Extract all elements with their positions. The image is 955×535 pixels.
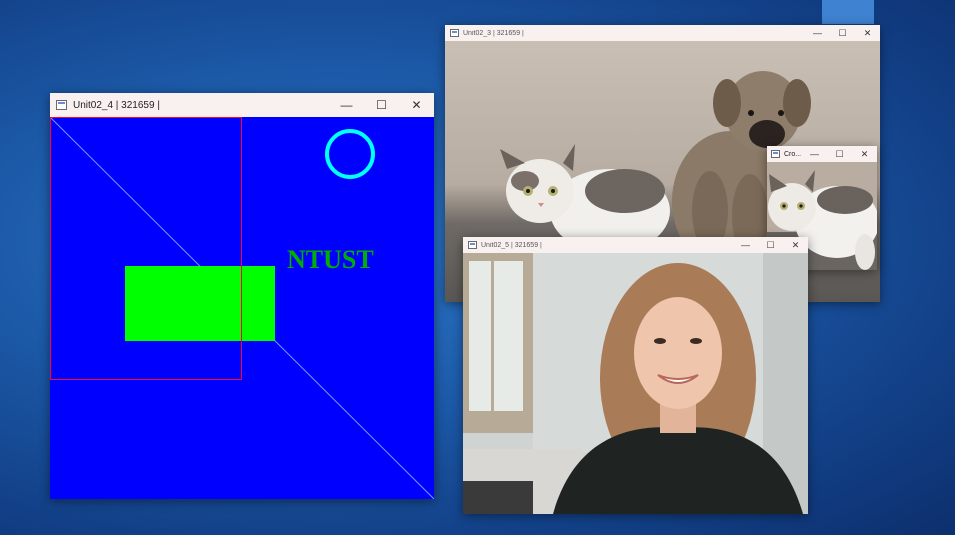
- window-controls: — ☐ ✕: [802, 149, 877, 160]
- app-icon: [56, 100, 67, 110]
- minimize-button[interactable]: —: [802, 149, 827, 159]
- window-controls: — ☐ ✕: [733, 240, 808, 251]
- window-title: Cro...: [784, 150, 802, 158]
- webcam-photo: [463, 253, 808, 514]
- ntust-text: NTUST: [287, 245, 374, 274]
- app-icon: [771, 150, 780, 158]
- webcam-illustration: [463, 253, 808, 514]
- cyan-circle: [325, 129, 375, 179]
- maximize-button[interactable]: ☐: [758, 240, 783, 251]
- maximize-button[interactable]: ☐: [827, 149, 852, 160]
- window-controls: — ☐ ✕: [329, 98, 434, 112]
- canvas-drawing: NTUST: [50, 117, 434, 499]
- cat-head: [506, 159, 574, 223]
- close-button[interactable]: ✕: [852, 149, 877, 160]
- titlebar[interactable]: Cro... — ☐ ✕: [767, 146, 877, 162]
- drawing-canvas: NTUST: [50, 117, 434, 499]
- titlebar[interactable]: Unit02_5 | 321659 | — ☐ ✕: [463, 237, 808, 253]
- close-button[interactable]: ✕: [783, 240, 808, 251]
- minimize-button[interactable]: —: [733, 240, 758, 250]
- minimize-button[interactable]: —: [805, 28, 830, 38]
- window-title: Unit02_3 | 321659 |: [463, 29, 524, 37]
- person-face: [634, 297, 722, 409]
- desktop-background-strip: [822, 0, 874, 24]
- app-icon: [450, 29, 459, 37]
- minimize-button[interactable]: —: [329, 98, 364, 112]
- window-title: Unit02_5 | 321659 |: [481, 241, 542, 249]
- close-button[interactable]: ✕: [855, 28, 880, 39]
- window-controls: — ☐ ✕: [805, 28, 880, 39]
- maximize-button[interactable]: ☐: [364, 98, 399, 112]
- maximize-button[interactable]: ☐: [830, 28, 855, 39]
- close-button[interactable]: ✕: [399, 98, 434, 112]
- titlebar[interactable]: Unit02_4 | 321659 | — ☐ ✕: [50, 93, 434, 117]
- app-icon: [468, 241, 477, 249]
- window-unit02-4[interactable]: Unit02_4 | 321659 | — ☐ ✕ NTUST: [50, 93, 434, 499]
- window-unit02-5[interactable]: Unit02_5 | 321659 | — ☐ ✕: [463, 237, 808, 514]
- titlebar[interactable]: Unit02_3 | 321659 | — ☐ ✕: [445, 25, 880, 41]
- green-filled-rectangle: [125, 266, 275, 341]
- window-title: Unit02_4 | 321659 |: [73, 99, 160, 111]
